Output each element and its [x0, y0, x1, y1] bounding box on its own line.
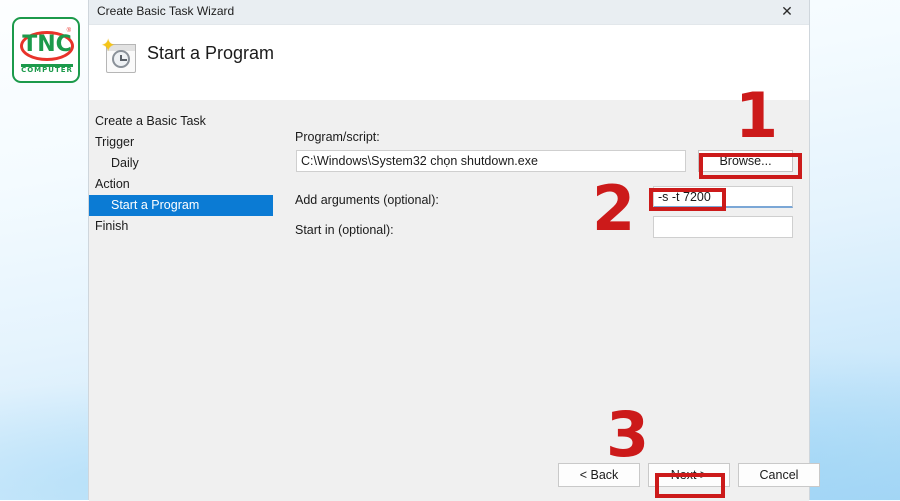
add-arguments-input[interactable] — [653, 186, 793, 208]
close-icon[interactable]: ✕ — [765, 0, 809, 24]
program-script-label: Program/script: — [295, 130, 380, 144]
create-basic-task-wizard-window: Create Basic Task Wizard ✕ ✦ Start a Pro… — [88, 0, 820, 501]
logo-brand-text: TNC — [22, 32, 72, 57]
sidebar-item-trigger[interactable]: Trigger — [89, 132, 287, 153]
wizard-header: ✦ Start a Program — [89, 25, 809, 100]
sidebar-item-finish[interactable]: Finish — [89, 216, 287, 237]
wizard-footer: < Back Next > Cancel — [89, 453, 820, 501]
wizard-steps-nav: Create a Basic Task Trigger Daily Action… — [89, 100, 287, 237]
cancel-button[interactable]: Cancel — [738, 463, 820, 487]
back-button[interactable]: < Back — [558, 463, 640, 487]
sidebar-item-action[interactable]: Action — [89, 174, 287, 195]
wizard-body: Create a Basic Task Trigger Daily Action… — [89, 100, 809, 453]
scheduled-task-icon: ✦ — [100, 38, 140, 76]
start-in-input[interactable] — [653, 216, 793, 238]
sidebar-item-start-a-program[interactable]: Start a Program — [89, 195, 273, 216]
window-title: Create Basic Task Wizard — [97, 4, 235, 18]
start-in-label: Start in (optional): — [295, 223, 394, 237]
logo-subtitle: COMPUTER — [21, 66, 73, 74]
sidebar-item-daily[interactable]: Daily — [89, 153, 287, 174]
title-bar: Create Basic Task Wizard ✕ — [89, 0, 809, 25]
tnc-computer-logo: TNC ® COMPUTER — [12, 17, 80, 83]
page-title: Start a Program — [147, 43, 275, 63]
logo-registered-mark: ® — [66, 28, 71, 34]
sidebar-item-create-a-basic-task[interactable]: Create a Basic Task — [89, 111, 287, 132]
browse-button[interactable]: Browse... — [698, 150, 793, 172]
program-script-input[interactable] — [296, 150, 686, 172]
star-icon: ✦ — [101, 36, 116, 56]
next-button[interactable]: Next > — [648, 463, 730, 487]
add-arguments-label: Add arguments (optional): — [295, 193, 439, 207]
